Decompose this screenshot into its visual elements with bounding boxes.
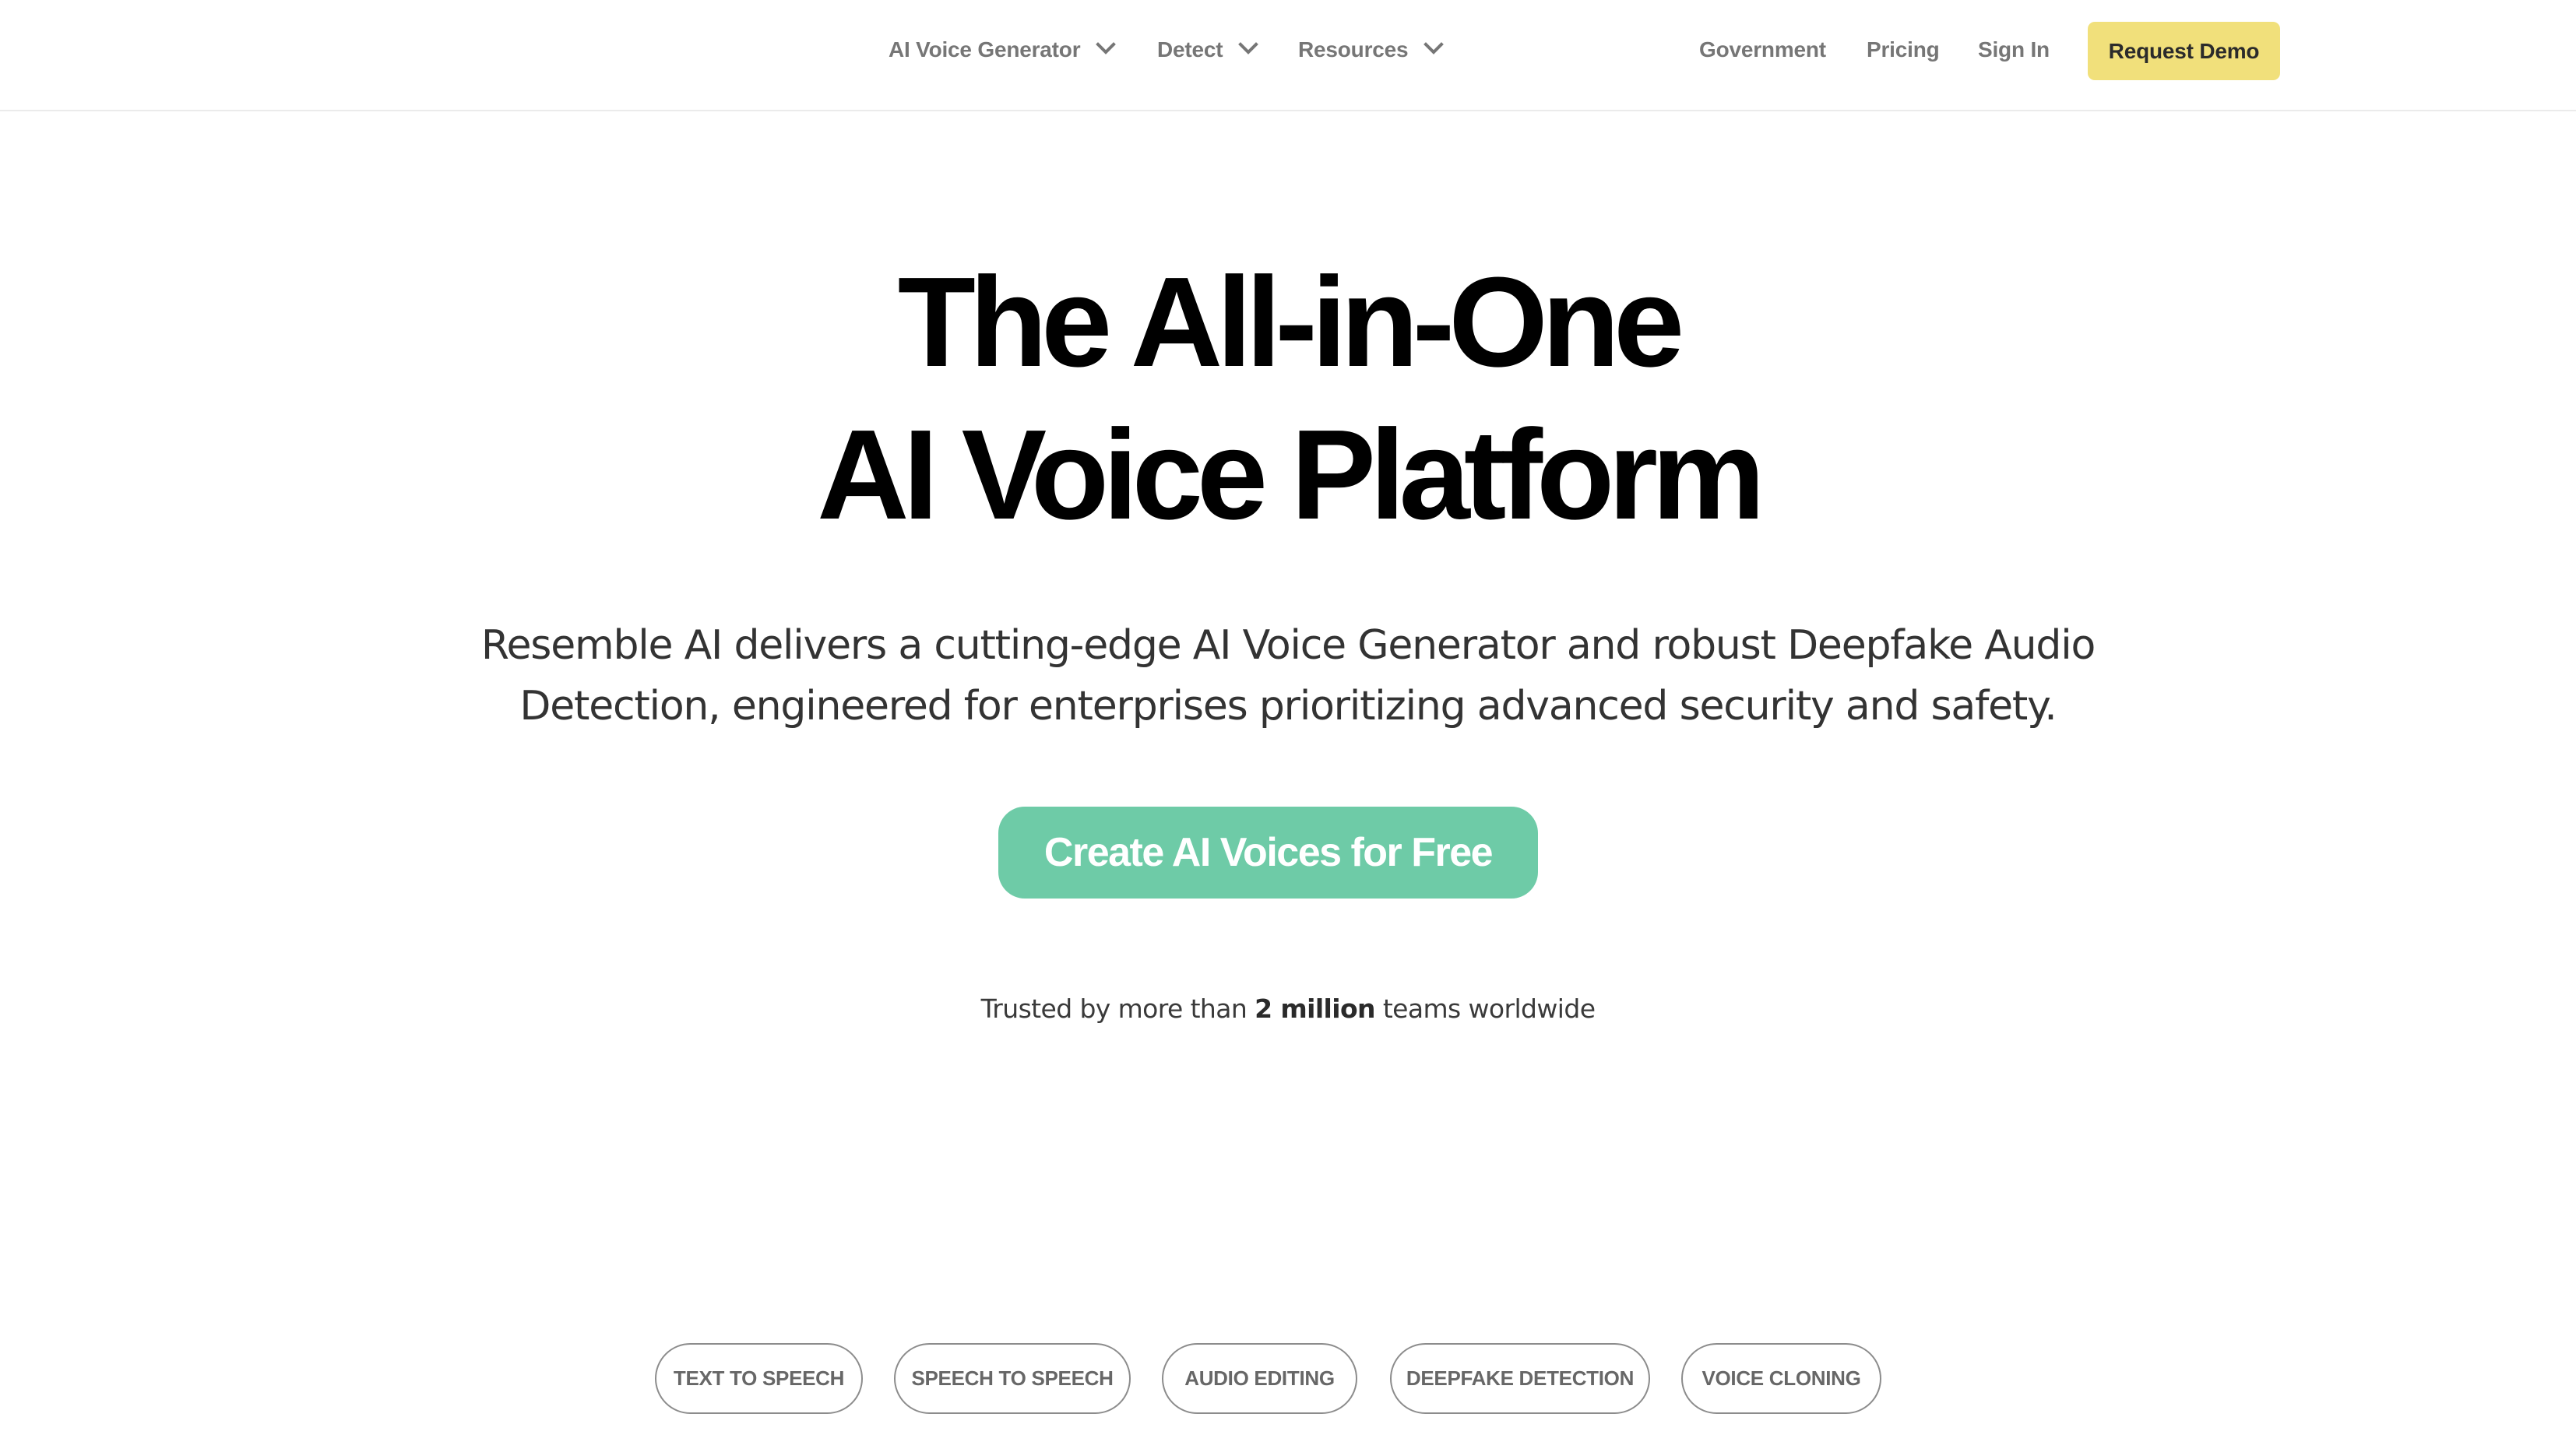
hero-subtitle-line-1: Resemble AI delivers a cutting-edge AI V…: [480, 622, 2096, 669]
nav-item-label: Detect: [1157, 37, 1223, 62]
trusted-by-text: Trusted by more than 2 million teams wor…: [0, 994, 2576, 1024]
tab-text-to-speech[interactable]: TEXT TO SPEECH: [655, 1343, 863, 1414]
tab-deepfake-detection[interactable]: DEEPFAKE DETECTION: [1390, 1343, 1650, 1414]
hero-title-line-1: The All-in-One: [897, 251, 1685, 393]
chevron-down-icon: [1096, 40, 1117, 56]
nav-item-label: Resources: [1298, 37, 1409, 62]
nav-link-sign-in[interactable]: Sign In: [1978, 36, 2050, 64]
trusted-prefix: Trusted by more than: [980, 994, 1255, 1024]
nav-resources-dropdown[interactable]: Resources: [1298, 36, 1445, 64]
hero-title-line-2: AI Voice Platform: [817, 403, 1765, 546]
site-header: AI Voice Generator Detect Resources Gove…: [0, 0, 2576, 111]
chevron-down-icon: [1238, 40, 1259, 56]
trusted-suffix: teams worldwide: [1374, 994, 1596, 1024]
nav-detect-dropdown[interactable]: Detect: [1157, 36, 1259, 64]
chevron-down-icon: [1423, 40, 1445, 56]
hero-title: The All-in-One AI Voice Platform: [0, 246, 2576, 551]
tab-audio-editing[interactable]: AUDIO EDITING: [1162, 1343, 1357, 1414]
nav-link-government[interactable]: Government: [1699, 36, 1826, 64]
create-ai-voices-button[interactable]: Create AI Voices for Free: [998, 807, 1538, 899]
tab-speech-to-speech[interactable]: SPEECH TO SPEECH: [894, 1343, 1131, 1414]
hero-subtitle: Resemble AI delivers a cutting-edge AI V…: [0, 615, 2576, 737]
trusted-highlight: 2 million: [1255, 994, 1375, 1024]
tab-voice-cloning[interactable]: VOICE CLONING: [1681, 1343, 1881, 1414]
nav-item-label: AI Voice Generator: [889, 37, 1081, 62]
nav-ai-voice-generator-dropdown[interactable]: AI Voice Generator: [889, 36, 1117, 64]
nav-link-pricing[interactable]: Pricing: [1867, 36, 1940, 64]
hero-subtitle-line-2: Detection, engineered for enterprises pr…: [519, 683, 2057, 730]
request-demo-button[interactable]: Request Demo: [2088, 22, 2280, 80]
